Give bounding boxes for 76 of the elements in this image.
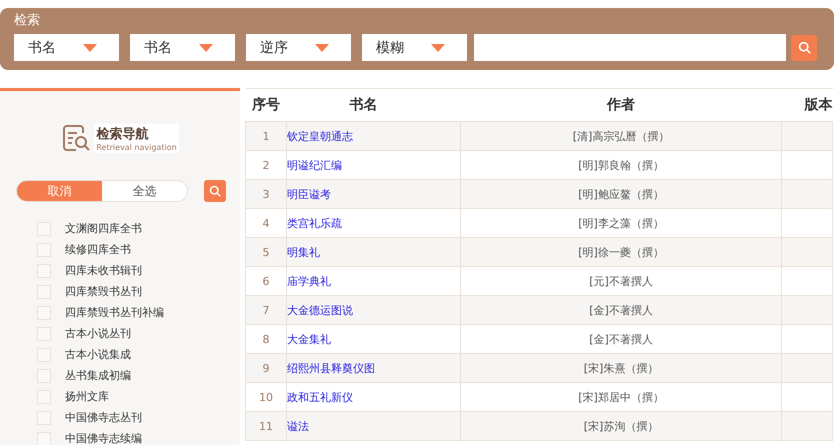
caret-icon: [83, 44, 97, 52]
caret-icon: [431, 44, 445, 52]
collection-label[interactable]: 四库未收书辑刊: [65, 263, 142, 278]
caret-icon: [315, 44, 329, 52]
table-cell: 11: [246, 412, 286, 440]
collection-label[interactable]: 古本小说集成: [65, 347, 131, 362]
collection-label[interactable]: 中国佛寺志续编: [65, 431, 142, 445]
collection-label[interactable]: 文渊阁四库全书: [65, 221, 142, 236]
table-cell: [明]李之藻（撰）: [460, 208, 782, 238]
checkbox[interactable]: [37, 222, 51, 236]
book-title-link[interactable]: 大金德运图说: [286, 296, 460, 324]
checkbox[interactable]: [37, 432, 51, 445]
collection-label[interactable]: 古本小说丛刊: [65, 326, 131, 341]
book-title-link[interactable]: 明集礼: [286, 238, 460, 266]
collection-label[interactable]: 扬州文库: [65, 389, 109, 404]
table-cell: 9: [246, 354, 286, 382]
caret-icon: [199, 44, 213, 52]
book-title-link[interactable]: 明臣谥考: [286, 180, 460, 208]
checkbox[interactable]: [37, 410, 51, 424]
table-cell: [金]不著撰人: [460, 324, 782, 354]
table-cell: 10: [246, 382, 286, 412]
table-cell: [明]鲍应鳌（撰）: [460, 180, 782, 208]
collection-label[interactable]: 四库禁毁书丛刊: [65, 284, 142, 299]
column-header: 作者: [460, 88, 782, 122]
table-cell: [清]高宗弘曆（撰）: [460, 122, 782, 150]
collection-label[interactable]: 四库禁毁书丛刊补编: [65, 305, 164, 320]
book-title-link[interactable]: 类宫礼乐疏: [286, 208, 460, 238]
collection-label[interactable]: 中国佛寺志丛刊: [65, 410, 142, 425]
column-header: 序号: [246, 88, 286, 122]
book-title-link[interactable]: 庙学典礼: [286, 266, 460, 296]
table-cell: [金]不著撰人: [460, 296, 782, 324]
table-cell: 6: [246, 266, 286, 296]
book-title-link[interactable]: 谥法: [286, 412, 460, 440]
table-cell: [宋]郑居中（撰）: [460, 382, 782, 412]
table-cell: [明]郭良翰（撰）: [460, 150, 782, 180]
logo-title: 检索导航: [96, 126, 150, 142]
search-icon: [798, 41, 810, 54]
search-title: 检索: [14, 12, 40, 30]
book-title-link[interactable]: 政和五礼新仪: [286, 382, 460, 412]
collection-label[interactable]: 丛书集成初编: [65, 368, 131, 383]
search-icon: [209, 185, 221, 197]
search-field[interactable]: [474, 34, 786, 61]
table-cell: 2: [246, 150, 286, 180]
table-cell: 3: [246, 180, 286, 208]
table-cell: 7: [246, 296, 286, 324]
table-cell: [明]徐一夔（撰）: [460, 238, 782, 266]
search-button[interactable]: [791, 34, 817, 60]
checkbox[interactable]: [37, 306, 51, 320]
document-search-icon: [61, 123, 92, 153]
table-cell: 4: [246, 208, 286, 238]
dropdown[interactable]: 书名: [130, 34, 235, 61]
book-title-link[interactable]: 绍熙州县释奠仪图: [286, 354, 460, 382]
checkbox[interactable]: [37, 242, 51, 256]
checkbox[interactable]: [37, 348, 51, 362]
table-cell: [宋]朱熹（撰）: [460, 354, 782, 382]
table-cell: [元]不著撰人: [460, 266, 782, 296]
table-cell: 1: [246, 122, 286, 150]
checkbox[interactable]: [37, 284, 51, 298]
book-title-link[interactable]: 钦定皇朝通志: [286, 122, 460, 150]
table-cell: 8: [246, 324, 286, 354]
checkbox[interactable]: [37, 264, 51, 278]
collection-label[interactable]: 续修四库全书: [65, 242, 131, 257]
column-header: 书名: [286, 88, 460, 122]
column-header: 版本: [782, 88, 832, 122]
checkbox[interactable]: [37, 326, 51, 340]
search-button[interactable]: [204, 180, 226, 202]
logo-subtitle: Retrieval navigation: [96, 142, 177, 152]
book-title-link[interactable]: 大金集礼: [286, 324, 460, 354]
dropdown[interactable]: 逆序: [246, 34, 351, 61]
table-cell: [宋]苏洵（撰）: [460, 412, 782, 440]
dropdown[interactable]: 书名: [14, 34, 119, 61]
dropdown[interactable]: 模糊: [362, 34, 467, 61]
book-title-link[interactable]: 明谥纪汇编: [286, 150, 460, 180]
table-cell: 5: [246, 238, 286, 266]
checkbox[interactable]: [37, 368, 51, 382]
checkbox[interactable]: [37, 390, 51, 404]
